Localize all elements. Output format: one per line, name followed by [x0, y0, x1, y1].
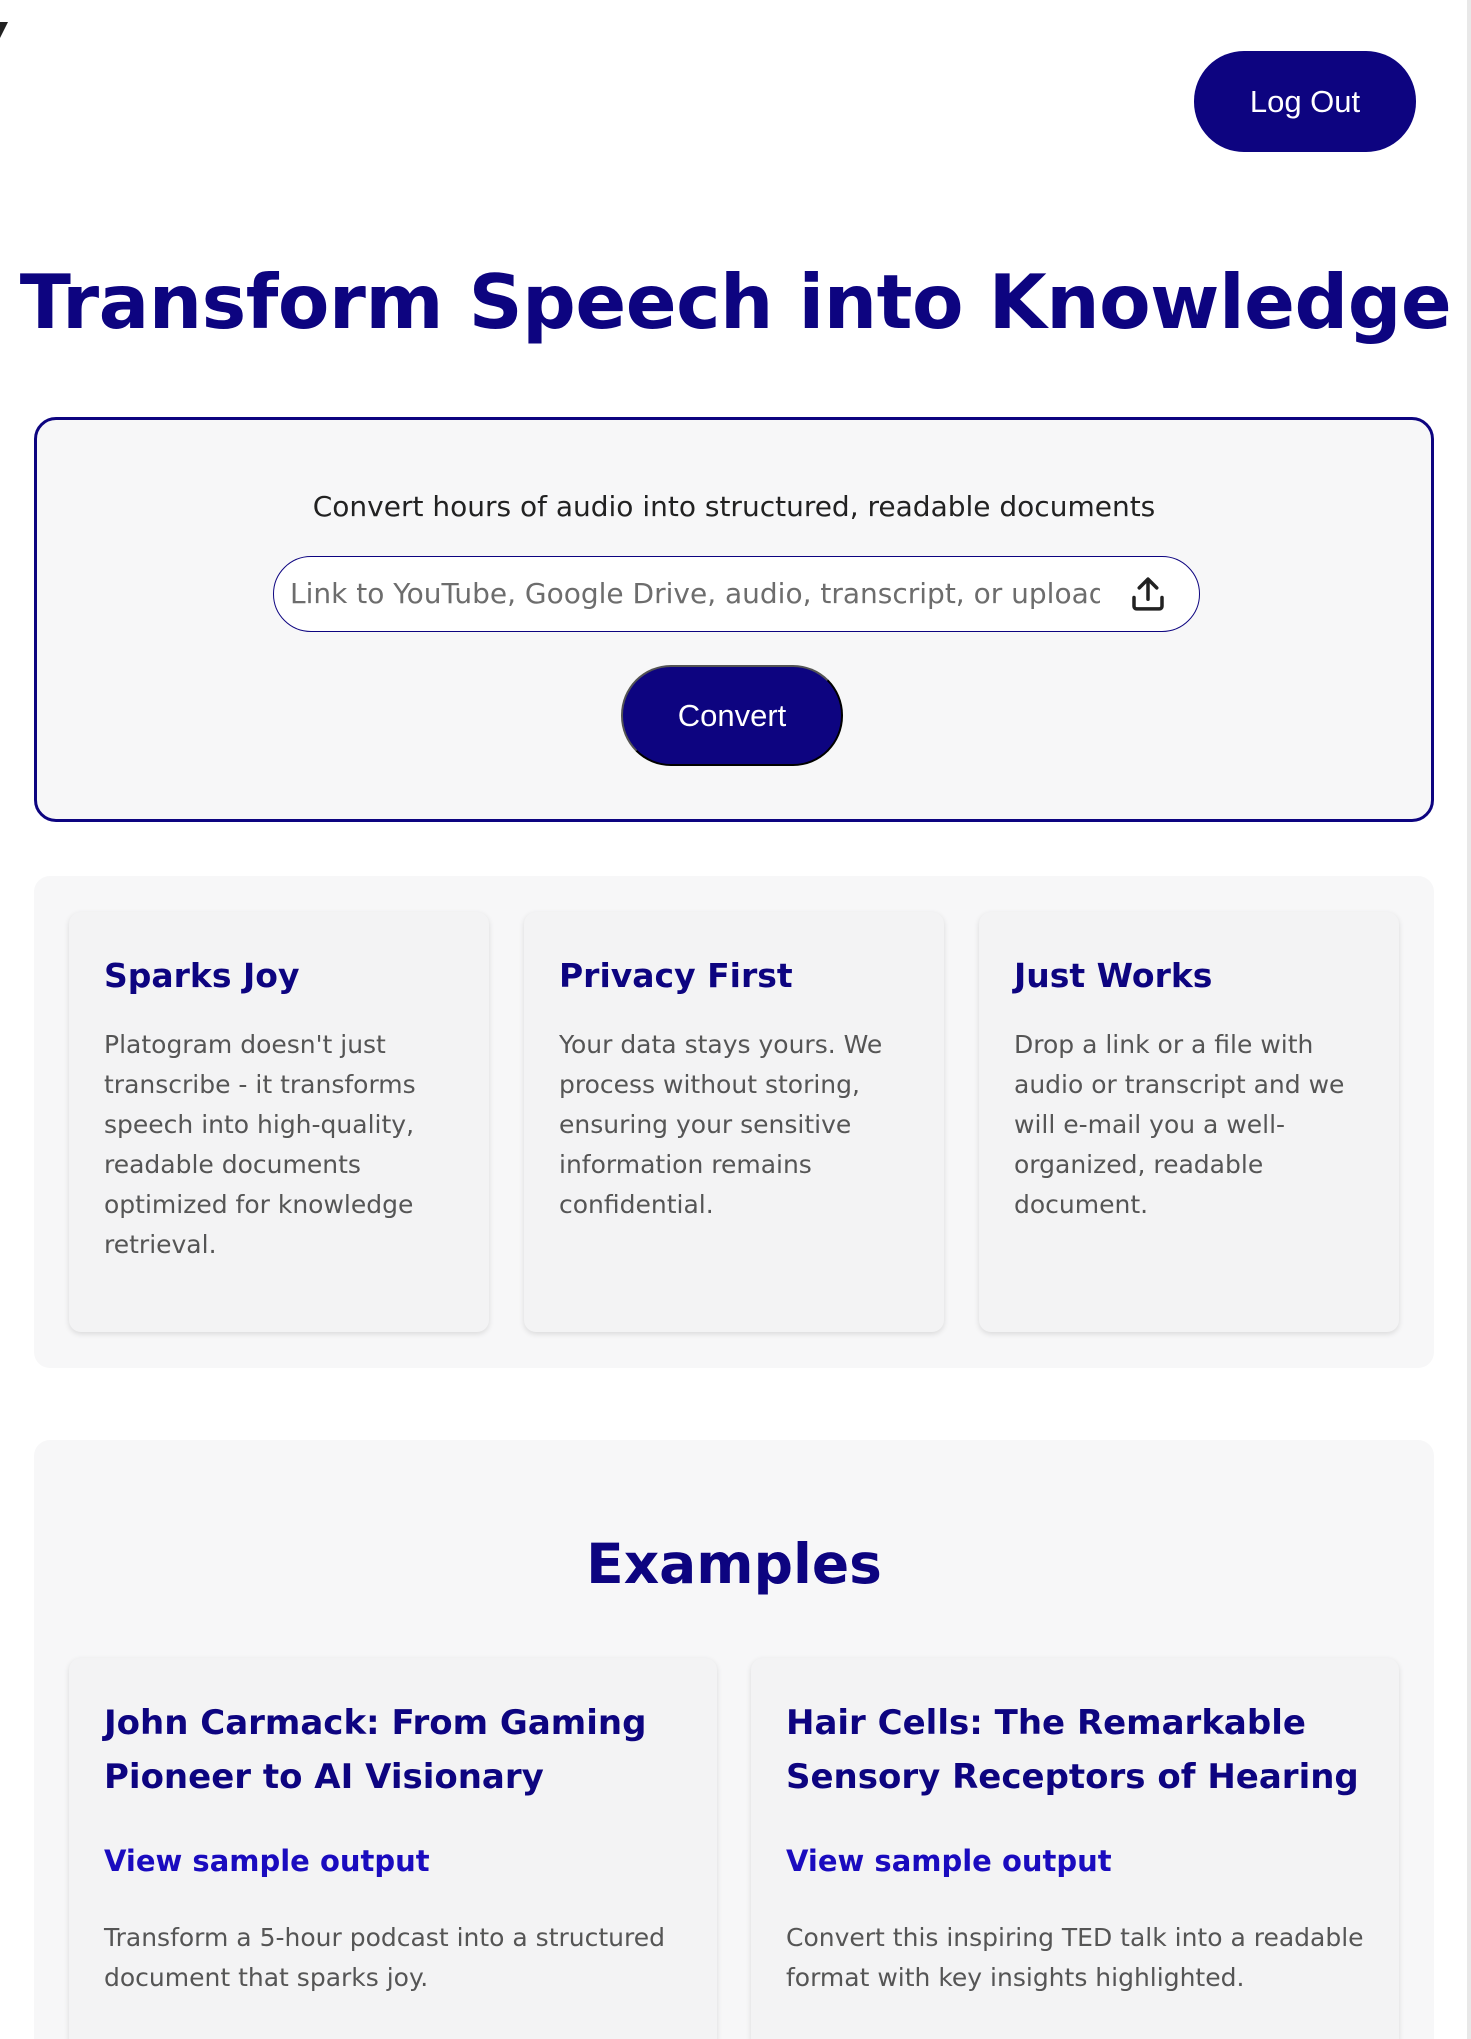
feature-description: Your data stays yours. We process withou… — [559, 1030, 883, 1219]
feature-title: Privacy First — [559, 956, 793, 995]
features-section: Sparks Joy Platogram doesn't just transc… — [34, 876, 1434, 1368]
mouse-cursor-icon — [0, 22, 8, 38]
examples-section: Examples John Carmack: From Gaming Pione… — [34, 1440, 1434, 2039]
source-input-field[interactable] — [273, 556, 1200, 632]
example-title: John Carmack: From Gaming Pioneer to AI … — [104, 1703, 647, 1797]
feature-card-privacy-first: Privacy First Your data stays yours. We … — [524, 912, 944, 1332]
page-title: Transform Speech into Knowledge — [19, 258, 1452, 346]
example-description: Transform a 5-hour podcast into a struct… — [104, 1923, 665, 1992]
example-card-carmack: John Carmack: From Gaming Pioneer to AI … — [69, 1658, 717, 2039]
examples-heading: Examples — [586, 1532, 882, 1596]
view-sample-output-link[interactable]: View sample output — [104, 1844, 682, 1878]
feature-description: Drop a link or a file with audio or tran… — [1014, 1030, 1345, 1219]
example-description: Convert this inspiring TED talk into a r… — [786, 1923, 1364, 1992]
logout-button[interactable]: Log Out — [1194, 51, 1416, 152]
convert-button[interactable]: Convert — [621, 665, 843, 766]
feature-title: Just Works — [1014, 956, 1213, 995]
upload-icon[interactable] — [1127, 573, 1169, 615]
converter-subtitle: Convert hours of audio into structured, … — [312, 490, 1156, 523]
converter-card: Convert hours of audio into structured, … — [34, 417, 1434, 822]
view-sample-output-link[interactable]: View sample output — [786, 1844, 1364, 1878]
feature-card-sparks-joy: Sparks Joy Platogram doesn't just transc… — [69, 912, 489, 1332]
example-card-hair-cells: Hair Cells: The Remarkable Sensory Recep… — [751, 1658, 1399, 2039]
feature-title: Sparks Joy — [104, 956, 300, 995]
feature-card-just-works: Just Works Drop a link or a file with au… — [979, 912, 1399, 1332]
source-input[interactable] — [290, 557, 1100, 630]
feature-description: Platogram doesn't just transcribe - it t… — [104, 1030, 416, 1259]
example-title: Hair Cells: The Remarkable Sensory Recep… — [786, 1703, 1359, 1797]
